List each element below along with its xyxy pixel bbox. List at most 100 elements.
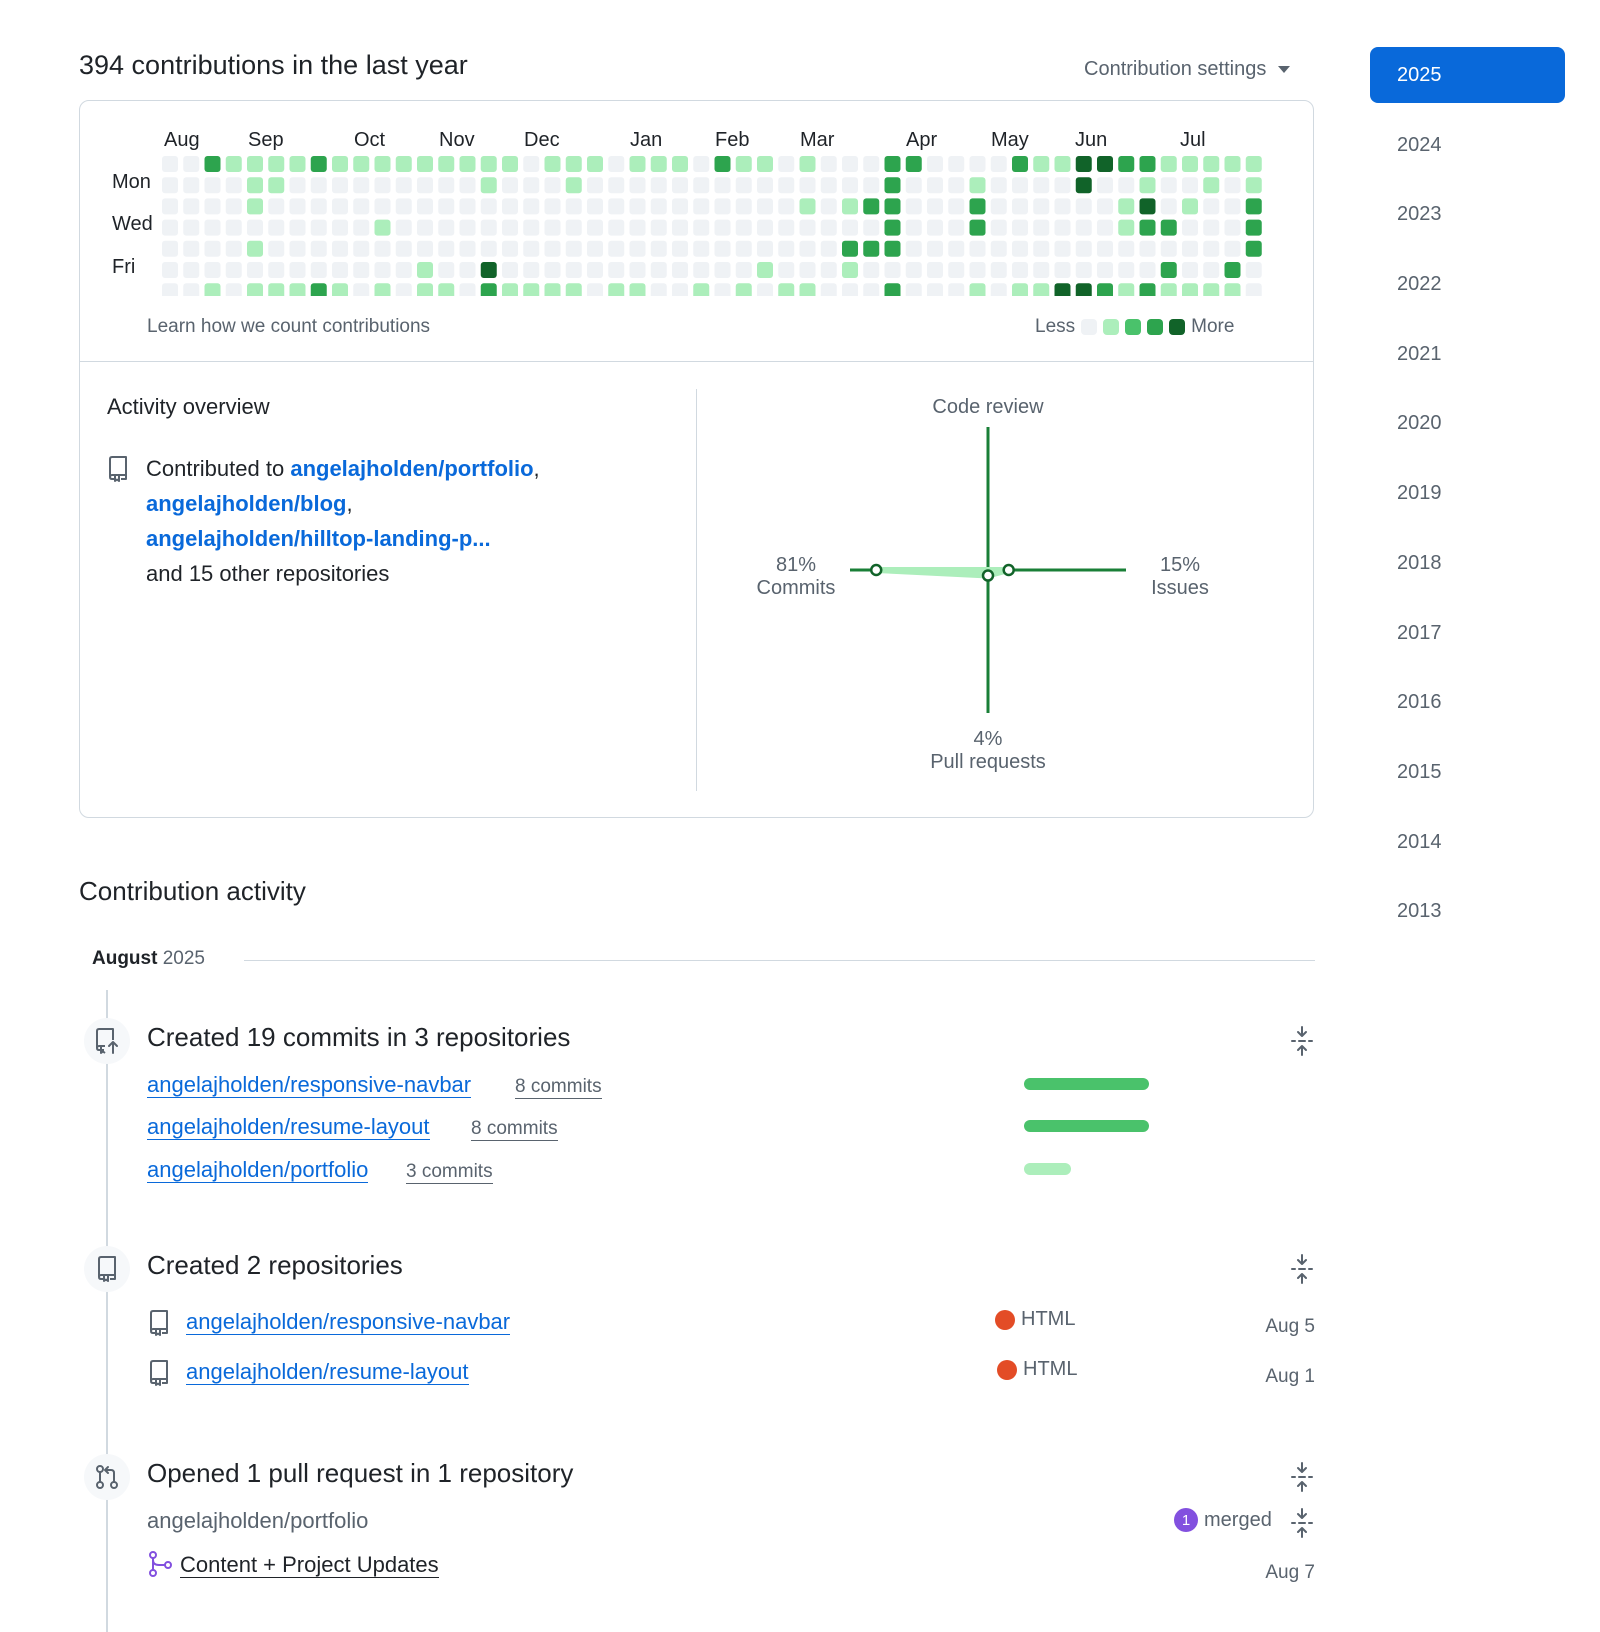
contribution-day[interactable] <box>1139 219 1156 236</box>
contribution-day[interactable] <box>757 262 773 278</box>
contribution-day[interactable] <box>714 177 731 194</box>
contribution-day[interactable] <box>565 219 582 236</box>
contribution-day[interactable] <box>927 283 943 296</box>
contribution-day[interactable] <box>183 198 200 215</box>
contribution-day[interactable] <box>1054 156 1071 172</box>
contribution-day[interactable] <box>1203 283 1220 296</box>
contribution-day[interactable] <box>459 283 476 296</box>
contribution-day[interactable] <box>820 156 837 172</box>
contribution-day[interactable] <box>247 240 263 257</box>
contribution-day[interactable] <box>842 262 858 278</box>
contribution-day[interactable] <box>1182 219 1198 236</box>
contribution-day[interactable] <box>672 177 688 194</box>
contribution-day[interactable] <box>480 283 497 296</box>
commit-repo-link[interactable]: angelajholden/responsive-navbar <box>147 1073 472 1098</box>
contribution-day[interactable] <box>948 283 965 296</box>
contribution-day[interactable] <box>1033 240 1050 257</box>
contribution-day[interactable] <box>459 262 476 278</box>
contribution-day[interactable] <box>1033 283 1050 296</box>
contribution-day[interactable] <box>417 156 433 172</box>
contribution-day[interactable] <box>735 283 752 296</box>
contribution-day[interactable] <box>1160 262 1177 278</box>
contribution-day[interactable] <box>332 156 348 172</box>
contribution-day[interactable] <box>1033 198 1050 215</box>
contribution-day[interactable] <box>289 240 306 257</box>
contribution-day[interactable] <box>608 219 625 236</box>
contribution-day[interactable] <box>1097 283 1113 296</box>
contribution-day[interactable] <box>1012 240 1028 257</box>
contribution-day[interactable] <box>927 219 943 236</box>
contribution-day[interactable] <box>523 156 540 172</box>
contribution-day[interactable] <box>799 198 816 215</box>
contribution-day[interactable] <box>757 240 773 257</box>
contribution-day[interactable] <box>587 156 603 172</box>
contribution-day[interactable] <box>1054 177 1071 194</box>
contribution-day[interactable] <box>162 240 178 257</box>
contribution-day[interactable] <box>735 262 752 278</box>
contribution-day[interactable] <box>417 198 433 215</box>
contribution-day[interactable] <box>225 219 242 236</box>
contribution-day[interactable] <box>247 283 263 296</box>
contribution-day[interactable] <box>374 177 391 194</box>
contribution-day[interactable] <box>1097 156 1113 172</box>
contribution-day[interactable] <box>480 177 497 194</box>
contribution-day[interactable] <box>714 240 731 257</box>
contribution-day[interactable] <box>1245 177 1262 194</box>
contribution-day[interactable] <box>629 198 646 215</box>
contribution-day[interactable] <box>247 177 263 194</box>
contribution-day[interactable] <box>438 219 455 236</box>
commit-count-link[interactable]: 3 commits <box>406 1161 493 1184</box>
contribution-day[interactable] <box>289 177 306 194</box>
contribution-day[interactable] <box>480 156 497 172</box>
contribution-day[interactable] <box>884 156 901 172</box>
contribution-day[interactable] <box>1245 262 1262 278</box>
contribution-day[interactable] <box>1139 262 1156 278</box>
contribution-day[interactable] <box>1075 240 1092 257</box>
contribution-day[interactable] <box>523 219 540 236</box>
contribution-day[interactable] <box>799 156 816 172</box>
contribution-day[interactable] <box>714 219 731 236</box>
contribution-day[interactable] <box>1139 198 1156 215</box>
contribution-day[interactable] <box>1224 156 1241 172</box>
contribution-day[interactable] <box>1224 177 1241 194</box>
contribution-day[interactable] <box>502 219 518 236</box>
commit-count-link[interactable]: 8 commits <box>515 1076 602 1099</box>
contribution-day[interactable] <box>1203 177 1220 194</box>
contribution-day[interactable] <box>544 262 561 278</box>
contribution-day[interactable] <box>884 283 901 296</box>
contribution-day[interactable] <box>990 198 1007 215</box>
contribution-day[interactable] <box>757 156 773 172</box>
contribution-day[interactable] <box>1097 262 1113 278</box>
fold-icon[interactable] <box>1290 1254 1314 1284</box>
contribution-day[interactable] <box>459 219 476 236</box>
contribution-day[interactable] <box>672 198 688 215</box>
contribution-day[interactable] <box>438 177 455 194</box>
contribution-day[interactable] <box>1075 198 1092 215</box>
contribution-day[interactable] <box>842 219 858 236</box>
year-link-2021[interactable]: 2021 <box>1370 326 1565 382</box>
contribution-day[interactable] <box>480 198 497 215</box>
contribution-day[interactable] <box>459 198 476 215</box>
contribution-day[interactable] <box>778 177 795 194</box>
contribution-day[interactable] <box>523 283 540 296</box>
commit-count-link[interactable]: 8 commits <box>471 1118 558 1141</box>
contribution-day[interactable] <box>587 177 603 194</box>
contribution-day[interactable] <box>268 219 285 236</box>
contribution-day[interactable] <box>735 240 752 257</box>
overview-repo-link[interactable]: angelajholden/blog <box>146 491 346 516</box>
contribution-day[interactable] <box>990 156 1007 172</box>
contribution-day[interactable] <box>1012 219 1028 236</box>
contribution-day[interactable] <box>417 219 433 236</box>
contribution-day[interactable] <box>183 177 200 194</box>
contribution-day[interactable] <box>1033 156 1050 172</box>
contribution-day[interactable] <box>247 156 263 172</box>
contribution-day[interactable] <box>1203 156 1220 172</box>
contribution-day[interactable] <box>438 240 455 257</box>
contribution-day[interactable] <box>587 262 603 278</box>
contribution-day[interactable] <box>608 283 625 296</box>
contribution-day[interactable] <box>863 262 880 278</box>
contribution-day[interactable] <box>778 198 795 215</box>
contribution-day[interactable] <box>417 177 433 194</box>
contribution-day[interactable] <box>884 262 901 278</box>
contribution-day[interactable] <box>374 283 391 296</box>
